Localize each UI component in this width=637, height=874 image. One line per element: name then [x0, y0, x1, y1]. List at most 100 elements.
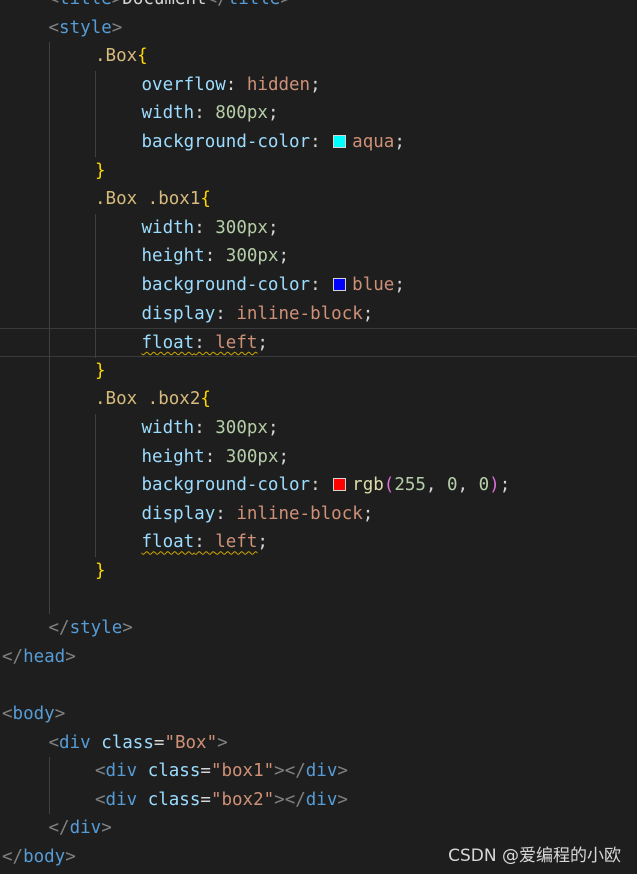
- code-line[interactable]: .Box .box1{: [0, 185, 637, 214]
- code-token-colon: ;: [499, 475, 511, 496]
- code-token-prop: float: [141, 532, 195, 553]
- code-line-content: </body>: [2, 843, 76, 872]
- code-token-punct: <: [95, 789, 106, 810]
- code-line[interactable]: background-color: rgb(255, 0, 0);: [0, 471, 637, 500]
- code-line-content: width: 300px;: [142, 414, 279, 443]
- code-line[interactable]: </div>: [0, 814, 637, 843]
- code-token-colon: ;: [362, 303, 374, 324]
- code-line[interactable]: display: inline-block;: [0, 499, 637, 529]
- code-token-tag: title: [59, 0, 112, 9]
- code-line[interactable]: </head>: [0, 643, 637, 672]
- color-swatch-icon[interactable]: [333, 135, 347, 148]
- code-line[interactable]: float: left;: [0, 528, 637, 557]
- code-token-colon: :: [194, 217, 216, 238]
- code-line[interactable]: }: [0, 356, 637, 386]
- code-token-num: 800px: [215, 103, 268, 124]
- code-token-colon: ;: [278, 246, 290, 267]
- code-line[interactable]: overflow: hidden;: [0, 70, 637, 100]
- code-line[interactable]: width: 800px;: [0, 99, 637, 128]
- indent-guide: [95, 242, 96, 271]
- color-swatch-icon[interactable]: [333, 478, 347, 492]
- code-line-content: background-color: aqua;: [142, 128, 405, 157]
- code-line[interactable]: <style>: [0, 14, 637, 43]
- code-token-colon: :: [194, 418, 216, 438]
- indent-guide: [48, 385, 50, 414]
- code-line[interactable]: <title>Document</title>: [0, 0, 637, 14]
- code-token-colon: ;: [362, 503, 374, 524]
- code-line-content: </style>: [49, 614, 133, 643]
- code-token-tag: style: [69, 618, 123, 639]
- code-token-tag: body: [23, 847, 66, 867]
- indent-guide: [48, 42, 50, 71]
- code-token-tag: div: [305, 761, 338, 782]
- code-token-attr: class: [147, 761, 201, 782]
- code-line[interactable]: }: [0, 156, 637, 186]
- code-line-content: }: [95, 157, 106, 186]
- code-line-content: height: 300px;: [142, 443, 290, 472]
- code-token-colon: ;: [257, 532, 268, 553]
- code-token-prop: height: [141, 246, 205, 267]
- code-token-paren: ): [489, 475, 500, 496]
- code-line[interactable]: width: 300px;: [0, 213, 637, 243]
- code-line[interactable]: background-color: aqua;: [0, 128, 637, 157]
- code-line[interactable]: <div class="box1"></div>: [0, 757, 637, 786]
- indent-guide: [95, 528, 96, 557]
- code-token-prop: background-color: [141, 475, 311, 496]
- code-line[interactable]: [0, 671, 637, 700]
- code-line[interactable]: height: 300px;: [0, 442, 637, 472]
- code-line[interactable]: width: 300px;: [0, 414, 637, 443]
- code-token-punct: >: [65, 646, 76, 667]
- code-token-paren: (: [383, 475, 395, 496]
- code-line[interactable]: height: 300px;: [0, 242, 637, 271]
- code-token-colon: :: [310, 475, 332, 496]
- code-line[interactable]: <div class="box2"></div>: [0, 785, 637, 815]
- indent-guide: [95, 442, 96, 472]
- code-token-colon: ;: [267, 217, 279, 238]
- indent-guide: [48, 471, 50, 500]
- code-line-content: float: left;: [142, 528, 268, 557]
- code-line-content: <title>Document</title>: [49, 0, 291, 14]
- code-line-content: <body>: [2, 700, 65, 729]
- code-editor[interactable]: <title>Document</title><style>.Box{overf…: [0, 0, 637, 874]
- code-token-prop: width: [141, 418, 195, 438]
- code-line-content: display: inline-block;: [142, 300, 374, 329]
- code-line-content: .Box .box2{: [95, 385, 211, 414]
- code-line[interactable]: .Box .box2{: [0, 385, 637, 414]
- code-token-colon: ;: [267, 103, 279, 124]
- code-token-num: 300px: [215, 418, 268, 438]
- code-token-punct: >: [337, 761, 348, 782]
- indent-guide: [95, 414, 96, 443]
- code-line[interactable]: </style>: [0, 614, 637, 643]
- code-line[interactable]: .Box{: [0, 42, 637, 71]
- code-line[interactable]: <div class="Box">: [0, 729, 637, 758]
- code-line[interactable]: display: inline-block;: [0, 299, 637, 329]
- code-token-colon: :: [194, 103, 216, 124]
- code-token-str: "box1": [210, 761, 275, 782]
- code-token-colon: ;: [257, 333, 268, 354]
- code-line[interactable]: float: left;: [0, 328, 637, 358]
- code-token-punct: </: [2, 847, 24, 867]
- indent-guide: [95, 329, 96, 358]
- code-line-content: }: [95, 357, 106, 386]
- indent-guide: [95, 213, 96, 243]
- code-token-punct: ></: [274, 789, 306, 810]
- code-line[interactable]: background-color: blue;: [0, 271, 637, 300]
- code-line-content: }: [95, 557, 106, 586]
- code-line[interactable]: [0, 585, 637, 615]
- code-token-tag: div: [105, 761, 138, 782]
- code-token-punct: >: [280, 0, 291, 9]
- code-token-prop: width: [141, 217, 195, 238]
- indent-guide: [48, 528, 50, 557]
- code-token-val: left: [215, 532, 258, 553]
- indent-guide: [48, 585, 50, 615]
- code-token-colon: ;: [267, 418, 279, 438]
- code-line[interactable]: <body>: [0, 700, 637, 729]
- code-line-content: .Box{: [95, 42, 148, 71]
- code-token-brace: {: [200, 189, 211, 210]
- code-line[interactable]: }: [0, 557, 637, 586]
- indent-guide: [48, 70, 50, 100]
- color-swatch-icon[interactable]: [333, 278, 347, 291]
- code-line-content: background-color: blue;: [142, 271, 405, 300]
- code-token-colon: :: [310, 275, 332, 295]
- code-token-num: 300px: [225, 446, 279, 467]
